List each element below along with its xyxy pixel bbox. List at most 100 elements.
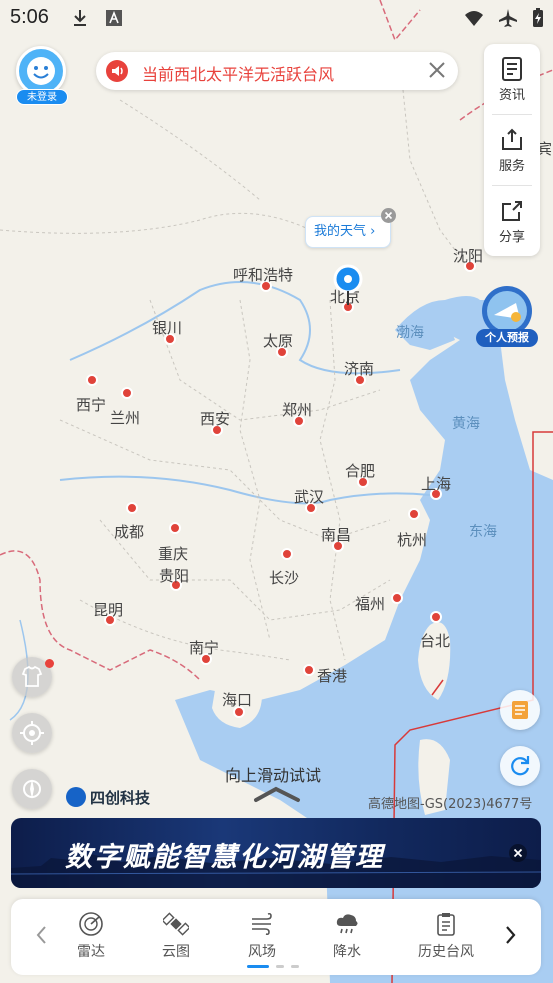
- locate-button[interactable]: [12, 713, 52, 753]
- sea-label: 黄海: [452, 415, 480, 432]
- city-label[interactable]: 长沙: [269, 569, 299, 587]
- share-icon: [502, 201, 522, 221]
- clipboard-icon: [437, 913, 455, 936]
- logo-icon: [66, 787, 86, 807]
- login-status-badge[interactable]: 未登录: [16, 89, 68, 105]
- city-label[interactable]: 成都: [114, 523, 144, 541]
- city-marker[interactable]: [391, 592, 403, 604]
- city-marker[interactable]: [303, 664, 315, 676]
- personal-forecast-button[interactable]: 个人预报: [476, 285, 538, 347]
- service-label: 服务: [498, 159, 525, 174]
- city-label[interactable]: 上海: [421, 475, 451, 493]
- city-marker[interactable]: [281, 548, 293, 560]
- city-label[interactable]: 福州: [355, 595, 385, 613]
- city-marker[interactable]: [169, 522, 181, 534]
- city-marker[interactable]: [430, 611, 442, 623]
- nav-history-typhoon[interactable]: 历史台风: [410, 907, 482, 967]
- city-label[interactable]: 兰州: [110, 409, 140, 427]
- alert-text: 当前西北太平洋无活跃台风: [142, 65, 335, 84]
- city-label[interactable]: 重庆: [158, 545, 188, 563]
- city-marker[interactable]: [86, 374, 98, 386]
- nav-wind-label: 风场: [248, 944, 276, 960]
- map-copyright: 高德地图-GS(2023)4677号: [368, 797, 533, 812]
- status-time: 5:06: [10, 6, 49, 28]
- layers-icon: [512, 701, 528, 719]
- city-label[interactable]: 郑州: [282, 401, 312, 419]
- nav-radar[interactable]: 雷达: [55, 907, 127, 967]
- map-layer-button[interactable]: [12, 657, 54, 697]
- wind-icon: [252, 912, 272, 936]
- layers-button[interactable]: [500, 690, 540, 730]
- city-label[interactable]: 西安: [200, 410, 230, 428]
- city-label[interactable]: 台北: [420, 632, 450, 650]
- city-label[interactable]: 南宁: [189, 639, 219, 657]
- city-marker[interactable]: [126, 502, 138, 514]
- city-label[interactable]: 合肥: [345, 462, 375, 480]
- sea-label: 渤海: [396, 325, 424, 341]
- satellite-icon: [163, 912, 189, 936]
- nav-wind[interactable]: 风场: [226, 907, 298, 967]
- personal-forecast-label: 个人预报: [476, 329, 538, 347]
- nav-cloud-label: 云图: [162, 944, 190, 960]
- radar-icon: [79, 912, 103, 936]
- city-label[interactable]: 西宁: [76, 396, 106, 414]
- typhoon-alert-bar[interactable]: 当前西北太平洋无活跃台风: [96, 52, 458, 90]
- city-marker[interactable]: [408, 508, 420, 520]
- city-label[interactable]: 贵阳: [159, 567, 189, 585]
- city-label[interactable]: 海口: [222, 691, 252, 709]
- status-bar: 5:06: [0, 0, 553, 36]
- ad-banner[interactable]: 数字赋能智慧化河湖管理: [11, 818, 541, 888]
- close-icon[interactable]: [381, 208, 396, 223]
- city-label[interactable]: 武汉: [294, 488, 324, 506]
- personal-forecast-icon: [482, 286, 532, 336]
- city-label[interactable]: 沈阳: [453, 247, 483, 265]
- nav-radar-label: 雷达: [77, 944, 105, 960]
- service-icon: [502, 128, 522, 150]
- nav-precipitation-label: 降水: [333, 944, 361, 960]
- user-avatar-button[interactable]: 未登录: [16, 46, 70, 106]
- chevron-right-icon[interactable]: [501, 923, 519, 947]
- smiley-face-icon: [27, 57, 55, 85]
- app-notification-icon: [106, 10, 122, 26]
- city-label[interactable]: 南昌: [321, 526, 351, 544]
- service-button[interactable]: 服务: [484, 115, 540, 185]
- speaker-icon: [106, 60, 128, 82]
- bottom-nav: 雷达 云图 风场 降水 历史台风: [11, 899, 541, 975]
- page-indicator: [276, 965, 284, 968]
- nav-precipitation[interactable]: 降水: [311, 907, 383, 967]
- chevron-right-icon: ›: [370, 224, 376, 239]
- logo-text: 四创科技: [90, 789, 151, 807]
- page-indicator-active: [247, 965, 269, 968]
- news-button[interactable]: 资讯: [484, 44, 540, 114]
- share-label: 分享: [498, 230, 525, 245]
- notification-dot: [45, 659, 54, 668]
- news-icon: [502, 57, 522, 81]
- city-marker[interactable]: [121, 387, 133, 399]
- compass-icon: [23, 779, 41, 799]
- city-label[interactable]: 济南: [344, 360, 374, 378]
- compass-button[interactable]: [12, 769, 52, 809]
- chevron-left-icon[interactable]: [33, 923, 51, 947]
- airplane-mode-icon: [499, 9, 517, 27]
- locate-icon: [20, 721, 44, 745]
- rain-cloud-icon: [336, 914, 358, 934]
- wifi-icon: [465, 11, 483, 26]
- battery-charging-icon: [533, 8, 543, 27]
- sea-label: 东海: [469, 524, 497, 540]
- city-label[interactable]: 香港: [317, 667, 347, 685]
- close-icon[interactable]: [509, 844, 527, 862]
- swipe-up-hint[interactable]: 向上滑动试试: [225, 762, 321, 786]
- nav-cloud[interactable]: 云图: [140, 907, 212, 967]
- news-label: 资讯: [498, 88, 525, 103]
- city-label[interactable]: 昆明: [93, 601, 123, 619]
- city-label[interactable]: 太原: [263, 332, 293, 350]
- city-label[interactable]: 杭州: [397, 531, 427, 549]
- my-weather-label: 我的天气: [314, 224, 367, 239]
- close-icon[interactable]: [428, 61, 446, 79]
- city-label[interactable]: 银川: [152, 319, 182, 337]
- nav-history-typhoon-label: 历史台风: [418, 944, 474, 960]
- refresh-button[interactable]: [500, 746, 540, 786]
- my-weather-button[interactable]: 我的天气 ›: [305, 216, 391, 248]
- city-label[interactable]: 呼和浩特: [233, 266, 293, 284]
- share-button[interactable]: 分享: [484, 186, 540, 256]
